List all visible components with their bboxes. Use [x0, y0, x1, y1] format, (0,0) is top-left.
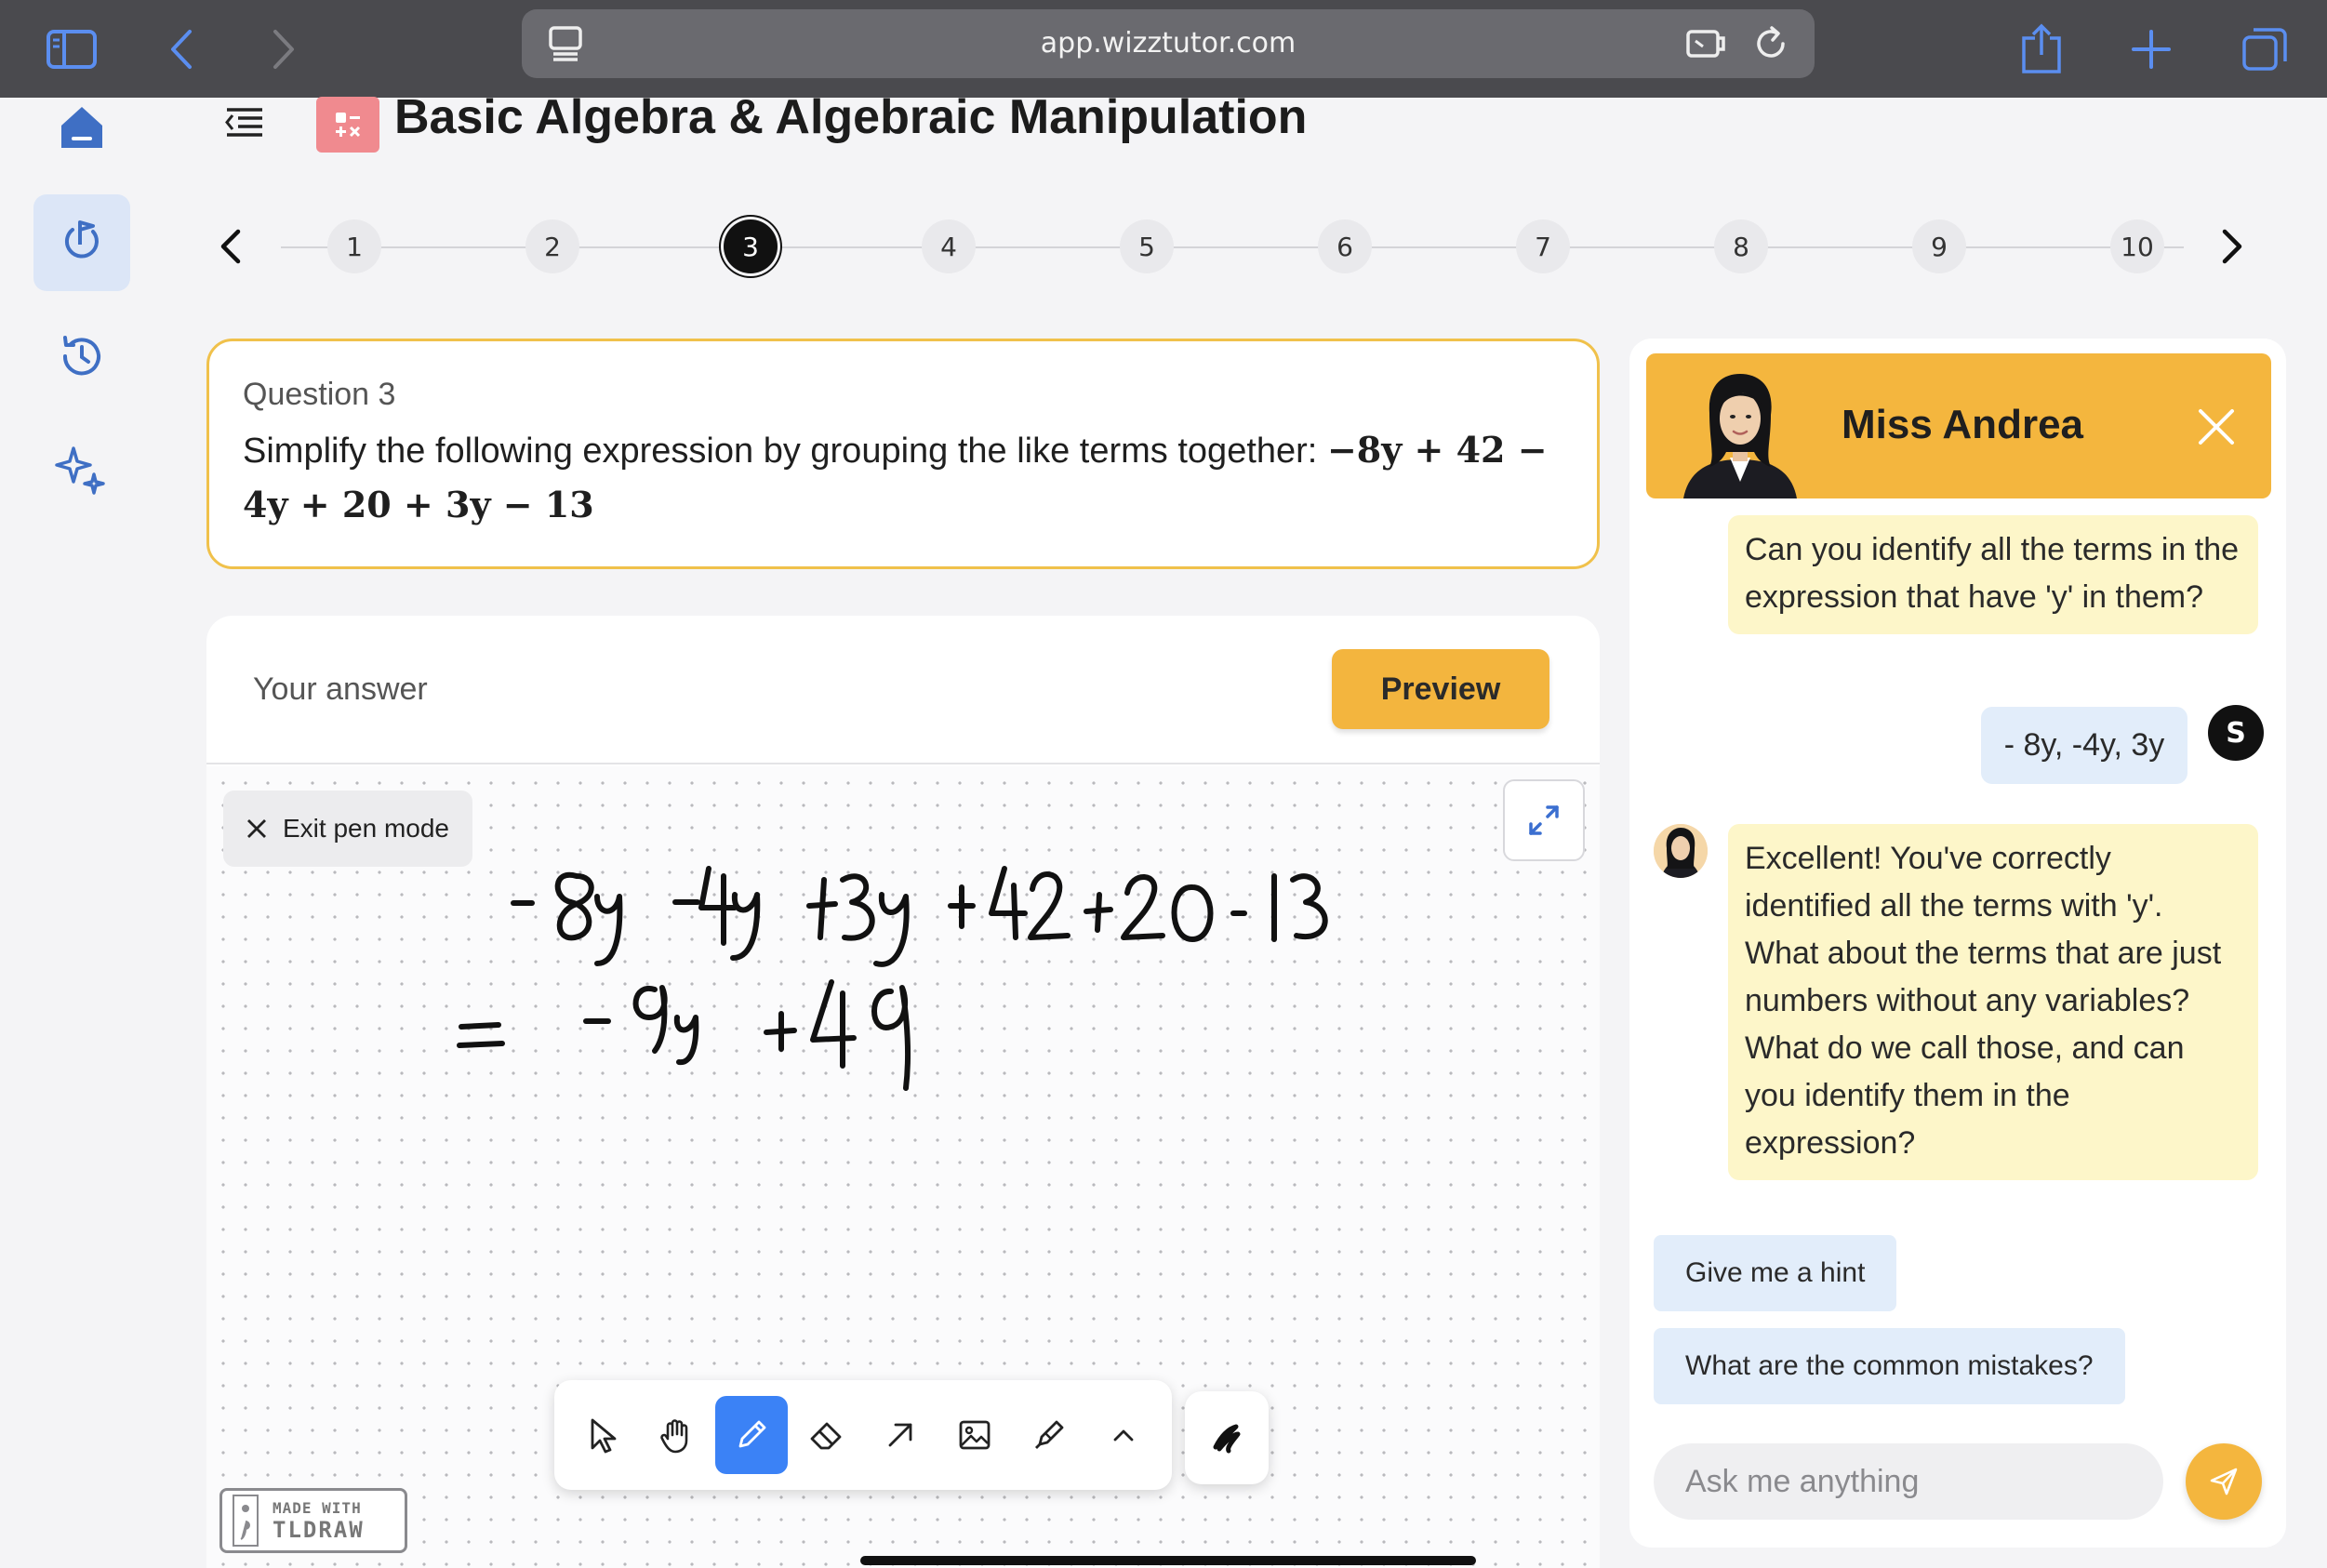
tldraw-name: TLDRAW: [273, 1517, 365, 1543]
new-tab-icon[interactable]: [2119, 17, 2184, 82]
chat-message-tutor-1: Can you identify all the terms in the ex…: [1728, 515, 2258, 634]
question-stepper: 1 2 3 4 5 6 7 8 9 10: [205, 214, 2260, 279]
preview-button[interactable]: Preview: [1332, 649, 1549, 729]
url-text[interactable]: app.wizztutor.com: [522, 9, 1815, 78]
history-icon[interactable]: [33, 308, 130, 405]
question-prompt-text: Simplify the following expression by gro…: [243, 432, 1318, 471]
step-3-current[interactable]: 3: [724, 219, 778, 273]
chat-message-user-1: - 8y, -4y, 3y: [1981, 707, 2187, 784]
tldraw-logo-icon: [233, 1495, 259, 1547]
share-icon[interactable]: [2009, 17, 2074, 82]
draw-toolbar: [554, 1380, 1172, 1490]
send-icon[interactable]: [2186, 1443, 2262, 1520]
highlighter-icon[interactable]: [1013, 1396, 1085, 1474]
step-4[interactable]: 4: [922, 219, 976, 273]
tldraw-made-with: MADE WITH: [273, 1499, 362, 1517]
extension-icon[interactable]: [1684, 22, 1727, 65]
select-icon[interactable]: [566, 1396, 639, 1474]
ai-sparkle-icon[interactable]: [33, 421, 130, 518]
tabs-overview-icon[interactable]: [2232, 17, 2297, 82]
back-icon[interactable]: [149, 17, 214, 82]
tldraw-text: MADE WITH TLDRAW: [273, 1499, 365, 1542]
stepper-prev-icon[interactable]: [205, 219, 259, 273]
home-indicator: [860, 1556, 1476, 1565]
scribble-style-icon[interactable]: [1185, 1391, 1269, 1484]
practice-nav-icon[interactable]: [33, 194, 130, 291]
sidebar-toggle-icon[interactable]: [39, 17, 104, 82]
tutor-avatar-small: [1654, 824, 1708, 878]
chat-message-tutor-2: Excellent! You've correctly identified a…: [1728, 824, 2258, 1180]
forward-icon[interactable]: [251, 17, 316, 82]
home-icon[interactable]: [33, 79, 130, 176]
tutor-name: Miss Andrea: [1842, 402, 2084, 447]
chat-input[interactable]: [1654, 1443, 2163, 1520]
drawing-canvas[interactable]: Exit pen mode MADE WITH TLDRAW: [206, 766, 1600, 1568]
tldraw-badge[interactable]: MADE WITH TLDRAW: [219, 1488, 407, 1553]
pencil-icon[interactable]: [715, 1396, 788, 1474]
step-10[interactable]: 10: [2110, 219, 2164, 273]
address-bar[interactable]: app.wizztutor.com: [522, 9, 1815, 78]
suggestion-common-mistakes-button[interactable]: What are the common mistakes?: [1654, 1328, 2125, 1404]
user-avatar: S: [2208, 705, 2264, 761]
left-nav: [0, 98, 166, 1568]
answer-label: Your answer: [253, 671, 428, 707]
suggestion-hint-button[interactable]: Give me a hint: [1654, 1235, 1897, 1311]
chat-header: Miss Andrea: [1646, 353, 2271, 498]
collapse-menu-icon[interactable]: [223, 100, 266, 143]
eraser-icon[interactable]: [790, 1396, 862, 1474]
answer-card: Your answer Preview Exit pen mode MADE W…: [206, 616, 1600, 1568]
tutor-chat-panel: Miss Andrea Can you identify all the ter…: [1629, 339, 2286, 1548]
question-card: Question 3 Simplify the following expres…: [206, 339, 1600, 569]
question-label: Question 3: [243, 377, 396, 412]
step-7[interactable]: 7: [1516, 219, 1570, 273]
question-prompt: Simplify the following expression by gro…: [243, 423, 1563, 533]
step-9[interactable]: 9: [1912, 219, 1966, 273]
tutor-avatar-image: [1683, 374, 1797, 498]
close-chat-icon[interactable]: [2193, 404, 2240, 450]
step-5[interactable]: 5: [1120, 219, 1174, 273]
subject-icon: [316, 97, 379, 153]
page-title: Basic Algebra & Algebraic Manipulation: [394, 90, 1308, 144]
step-2[interactable]: 2: [525, 219, 579, 273]
reload-icon[interactable]: [1749, 22, 1792, 65]
step-1[interactable]: 1: [327, 219, 381, 273]
step-8[interactable]: 8: [1714, 219, 1768, 273]
arrow-icon[interactable]: [864, 1396, 937, 1474]
stepper-next-icon[interactable]: [2204, 219, 2258, 273]
browser-toolbar: app.wizztutor.com: [0, 0, 2327, 98]
hand-icon[interactable]: [641, 1396, 713, 1474]
image-icon[interactable]: [938, 1396, 1011, 1474]
step-6[interactable]: 6: [1318, 219, 1372, 273]
chevron-up-icon[interactable]: [1087, 1396, 1160, 1474]
answer-header: Your answer Preview: [206, 616, 1600, 764]
